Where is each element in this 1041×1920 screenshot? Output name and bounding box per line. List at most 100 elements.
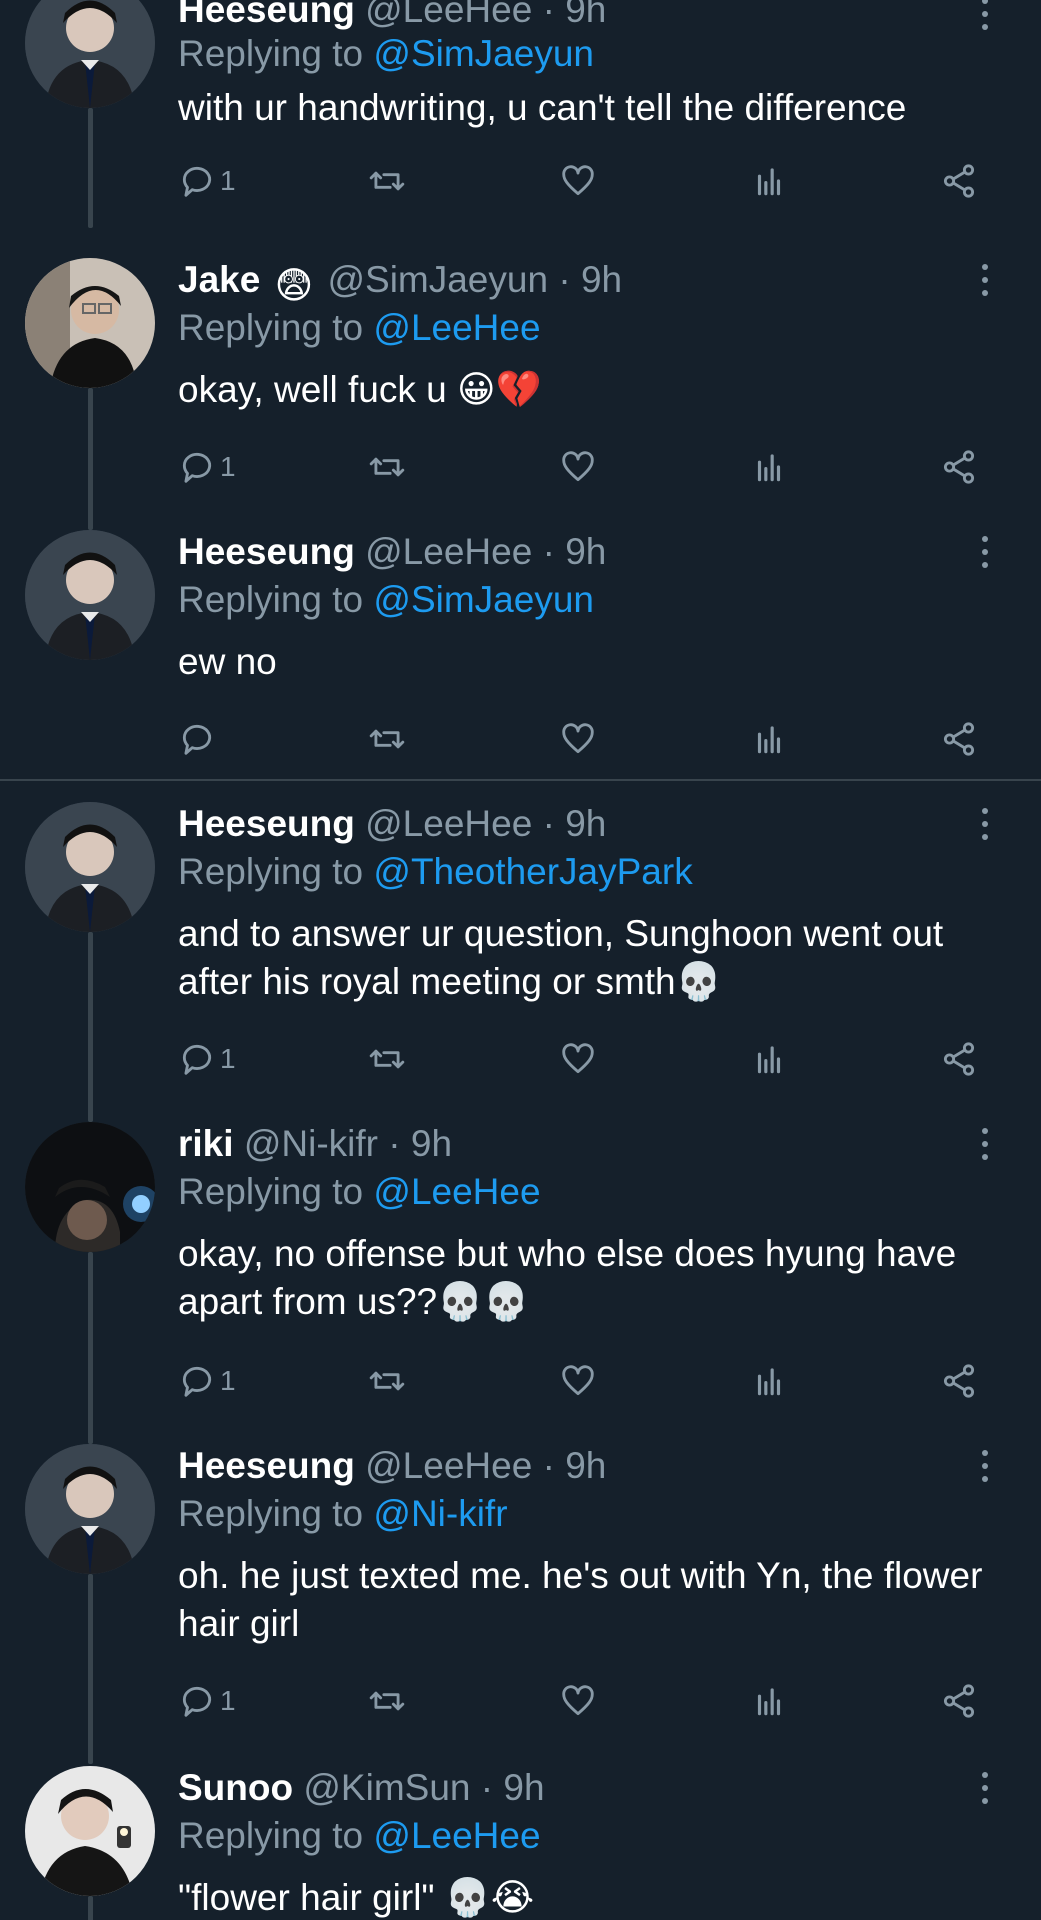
user-handle[interactable]: @KimSun bbox=[303, 1767, 470, 1808]
retweet-button[interactable] bbox=[368, 1356, 406, 1406]
like-button[interactable] bbox=[559, 1356, 597, 1406]
display-name[interactable]: Heeseung bbox=[178, 531, 355, 572]
share-button[interactable] bbox=[940, 1356, 978, 1406]
like-button[interactable] bbox=[559, 156, 597, 206]
tweet-header: Heeseung @LeeHee · 9h bbox=[178, 802, 606, 846]
user-handle[interactable]: @SimJaeyun bbox=[327, 259, 548, 300]
reply-button[interactable]: 1 bbox=[178, 1034, 236, 1084]
analytics-button[interactable] bbox=[750, 714, 788, 764]
retweet-button[interactable] bbox=[368, 442, 406, 492]
reply-button[interactable]: 1 bbox=[178, 156, 236, 206]
avatar-riki[interactable] bbox=[25, 1122, 155, 1252]
share-icon bbox=[943, 164, 975, 198]
tweet-actions: 1 bbox=[0, 1676, 1041, 1726]
replying-to-line: Replying to @SimJaeyun bbox=[178, 32, 594, 76]
tweet-actions: 1 bbox=[0, 442, 1041, 492]
tweet-actions: 1 bbox=[0, 1034, 1041, 1084]
replying-to-label: Replying to bbox=[178, 1171, 364, 1212]
more-options-icon[interactable] bbox=[978, 0, 992, 38]
analytics-icon bbox=[757, 168, 781, 196]
share-button[interactable] bbox=[940, 442, 978, 492]
thread-connector-line bbox=[88, 1252, 93, 1444]
tweet[interactable]: Sunoo @KimSun · 9h Replying to @LeeHee "… bbox=[0, 1766, 1041, 1920]
timestamp[interactable]: 9h bbox=[411, 1123, 452, 1164]
more-options-icon[interactable] bbox=[978, 264, 992, 304]
timestamp[interactable]: 9h bbox=[565, 803, 606, 844]
display-name[interactable]: Heeseung bbox=[178, 0, 355, 30]
mention-link[interactable]: @LeeHee bbox=[373, 1815, 540, 1856]
tweet-actions: 1 bbox=[0, 1356, 1041, 1406]
display-name[interactable]: Sunoo bbox=[178, 1767, 293, 1808]
name-emoji: 😨 bbox=[274, 265, 314, 306]
share-button[interactable] bbox=[940, 714, 978, 764]
like-button[interactable] bbox=[559, 714, 597, 764]
user-handle[interactable]: @Ni-kifr bbox=[244, 1123, 378, 1164]
tweet[interactable]: Heeseung @LeeHee · 9h Replying to @Ni-ki… bbox=[0, 1444, 1041, 1764]
share-button[interactable] bbox=[940, 156, 978, 206]
tweet[interactable]: Jake 😨 @SimJaeyun · 9h Replying to @LeeH… bbox=[0, 258, 1041, 530]
more-options-icon[interactable] bbox=[978, 1772, 992, 1812]
user-handle[interactable]: @LeeHee bbox=[365, 803, 532, 844]
mention-link[interactable]: @LeeHee bbox=[373, 307, 540, 348]
analytics-button[interactable] bbox=[750, 1034, 788, 1084]
replying-to-label: Replying to bbox=[178, 579, 364, 620]
user-handle[interactable]: @LeeHee bbox=[365, 0, 532, 30]
timestamp[interactable]: 9h bbox=[581, 259, 622, 300]
tweet[interactable]: Heeseung @LeeHee · 9h Replying to @SimJa… bbox=[0, 0, 1041, 228]
avatar-heeseung[interactable] bbox=[25, 802, 155, 932]
timestamp[interactable]: 9h bbox=[503, 1767, 544, 1808]
reply-count: 1 bbox=[220, 1365, 236, 1396]
retweet-button[interactable] bbox=[368, 156, 406, 206]
avatar-heeseung[interactable] bbox=[25, 1444, 155, 1574]
reply-button[interactable] bbox=[178, 714, 216, 764]
mention-link[interactable]: @SimJaeyun bbox=[373, 33, 594, 74]
analytics-button[interactable] bbox=[750, 442, 788, 492]
mention-link[interactable]: @Ni-kifr bbox=[373, 1493, 507, 1534]
display-name[interactable]: riki bbox=[178, 1123, 234, 1164]
analytics-button[interactable] bbox=[750, 156, 788, 206]
replying-to-line: Replying to @LeeHee bbox=[178, 1170, 541, 1214]
analytics-icon bbox=[757, 1688, 781, 1716]
retweet-button[interactable] bbox=[368, 1676, 406, 1726]
analytics-button[interactable] bbox=[750, 1676, 788, 1726]
like-button[interactable] bbox=[559, 442, 597, 492]
replying-to-line: Replying to @LeeHee bbox=[178, 1814, 541, 1858]
share-button[interactable] bbox=[940, 1676, 978, 1726]
avatar-sunoo[interactable] bbox=[25, 1766, 155, 1896]
mention-link[interactable]: @SimJaeyun bbox=[373, 579, 594, 620]
user-handle[interactable]: @LeeHee bbox=[365, 1445, 532, 1486]
reply-button[interactable]: 1 bbox=[178, 1356, 236, 1406]
heart-icon bbox=[562, 1043, 594, 1074]
mention-link[interactable]: @LeeHee bbox=[373, 1171, 540, 1212]
mention-link[interactable]: @TheotherJayPark bbox=[373, 851, 692, 892]
avatar-heeseung[interactable] bbox=[25, 0, 155, 108]
display-name[interactable]: Heeseung bbox=[178, 1445, 355, 1486]
analytics-button[interactable] bbox=[750, 1356, 788, 1406]
reply-button[interactable]: 1 bbox=[178, 442, 236, 492]
reply-icon bbox=[182, 452, 212, 483]
user-handle[interactable]: @LeeHee bbox=[365, 531, 532, 572]
tweet[interactable]: Heeseung @LeeHee · 9h Replying to @SimJa… bbox=[0, 530, 1041, 780]
avatar-heeseung[interactable] bbox=[25, 530, 155, 660]
avatar-jake[interactable] bbox=[25, 258, 155, 388]
reply-count: 1 bbox=[220, 451, 236, 482]
tweet[interactable]: Heeseung @LeeHee · 9h Replying to @Theot… bbox=[0, 802, 1041, 1122]
more-options-icon[interactable] bbox=[978, 808, 992, 848]
timestamp[interactable]: 9h bbox=[565, 531, 606, 572]
like-button[interactable] bbox=[559, 1676, 597, 1726]
display-name[interactable]: Heeseung bbox=[178, 803, 355, 844]
like-button[interactable] bbox=[559, 1034, 597, 1084]
more-options-icon[interactable] bbox=[978, 1128, 992, 1168]
display-name[interactable]: Jake bbox=[178, 259, 260, 300]
timestamp[interactable]: 9h bbox=[565, 1445, 606, 1486]
replying-to-line: Replying to @LeeHee bbox=[178, 306, 541, 350]
more-options-icon[interactable] bbox=[978, 1450, 992, 1490]
reply-button[interactable]: 1 bbox=[178, 1676, 236, 1726]
share-button[interactable] bbox=[940, 1034, 978, 1084]
timestamp[interactable]: 9h bbox=[565, 0, 606, 30]
separator-dot: · bbox=[558, 259, 571, 300]
more-options-icon[interactable] bbox=[978, 536, 992, 576]
tweet[interactable]: riki @Ni-kifr · 9h Replying to @LeeHee o… bbox=[0, 1122, 1041, 1444]
retweet-button[interactable] bbox=[368, 714, 406, 764]
retweet-button[interactable] bbox=[368, 1034, 406, 1084]
